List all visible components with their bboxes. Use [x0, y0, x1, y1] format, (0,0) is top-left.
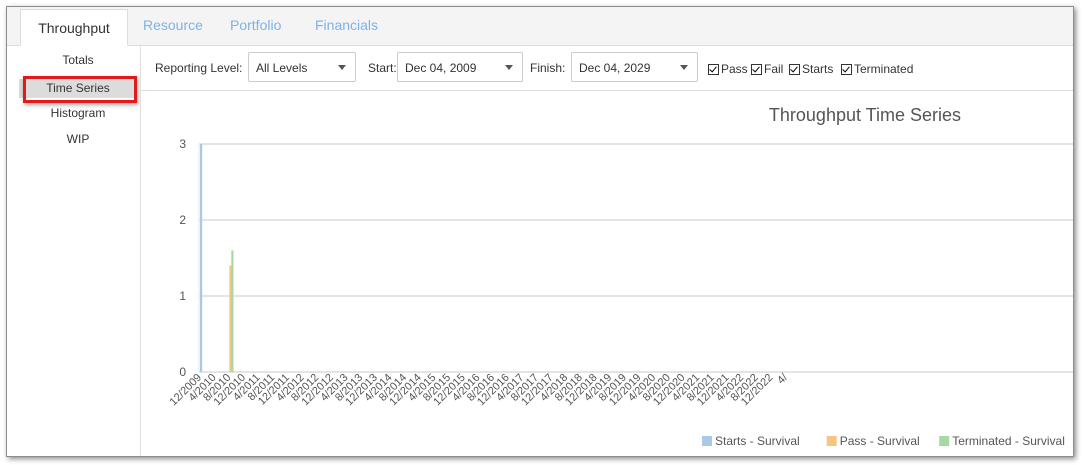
chevron-down-icon — [680, 65, 688, 70]
main-content: Reporting Level: All Levels Start: Dec 0… — [140, 46, 1073, 456]
checkbox-icon — [841, 63, 852, 75]
terminated-checkbox[interactable]: Terminated — [841, 62, 913, 76]
checkbox-icon — [751, 63, 762, 75]
sidebar-item-totals[interactable]: Totals — [19, 53, 137, 67]
pass-checkbox[interactable]: Pass — [708, 62, 748, 76]
legend-swatch — [939, 436, 950, 446]
tab-portfolio[interactable]: Portfolio — [230, 17, 281, 33]
finish-date-value: Dec 04, 2029 — [579, 61, 651, 75]
tab-resource[interactable]: Resource — [143, 17, 203, 33]
app-window: Throughput Resource Portfolio Financials… — [6, 6, 1074, 457]
legend-swatch — [826, 436, 837, 446]
chart-title: Throughput Time Series — [769, 105, 961, 125]
y-tick-label: 1 — [179, 289, 186, 303]
chart-bars — [200, 144, 234, 372]
finish-label: Finish: — [530, 61, 566, 75]
start-label: Start: — [368, 61, 397, 75]
legend-label: Terminated - Survival — [952, 434, 1065, 448]
throughput-time-series-chart: Throughput Time Series 012312/20094/2010… — [168, 105, 1073, 448]
tab-financials[interactable]: Financials — [315, 17, 378, 33]
starts-checkbox[interactable]: Starts — [789, 62, 833, 76]
x-tick-label: 4/ — [775, 371, 791, 387]
starts-checkbox-label: Starts — [802, 62, 834, 76]
finish-date-select[interactable]: Dec 04, 2029 — [571, 52, 698, 82]
fail-checkbox-label: Fail — [764, 62, 784, 76]
bar — [231, 250, 234, 372]
legend-swatch — [702, 436, 712, 446]
reporting-level-select[interactable]: All Levels — [248, 52, 356, 82]
sidebar-item-wip[interactable]: WIP — [19, 132, 137, 146]
y-tick-label: 0 — [179, 365, 186, 379]
chart-grid — [198, 143, 1073, 373]
checkbox-icon — [789, 63, 800, 75]
chevron-down-icon — [505, 65, 513, 70]
y-tick-label: 3 — [179, 137, 186, 151]
filter-toolbar: Reporting Level: All Levels Start: Dec 0… — [141, 46, 1073, 91]
terminated-checkbox-label: Terminated — [854, 62, 914, 76]
checkbox-icon — [708, 63, 719, 75]
start-date-value: Dec 04, 2009 — [405, 61, 477, 75]
legend-label: Starts - Survival — [715, 434, 800, 448]
reporting-level-value: All Levels — [256, 61, 308, 75]
bar — [229, 265, 232, 372]
chevron-down-icon — [338, 65, 346, 70]
tab-throughput[interactable]: Throughput — [20, 9, 128, 46]
sidebar-item-histogram[interactable]: Histogram — [19, 106, 137, 120]
start-date-select[interactable]: Dec 04, 2009 — [397, 52, 523, 82]
pass-checkbox-label: Pass — [721, 62, 748, 76]
fail-checkbox[interactable]: Fail — [751, 62, 783, 76]
bar — [200, 144, 203, 372]
legend-label: Pass - Survival — [840, 434, 920, 448]
chart-ticks: 012312/20094/20108/201012/20104/20118/20… — [168, 137, 791, 408]
tab-bar: Throughput Resource Portfolio Financials — [7, 7, 1073, 46]
selection-highlight-box — [23, 76, 137, 103]
y-tick-label: 2 — [179, 213, 186, 227]
reporting-level-label: Reporting Level: — [155, 61, 243, 75]
chart-legend: Starts - Survival Pass - Survival Terminat… — [702, 434, 1065, 448]
